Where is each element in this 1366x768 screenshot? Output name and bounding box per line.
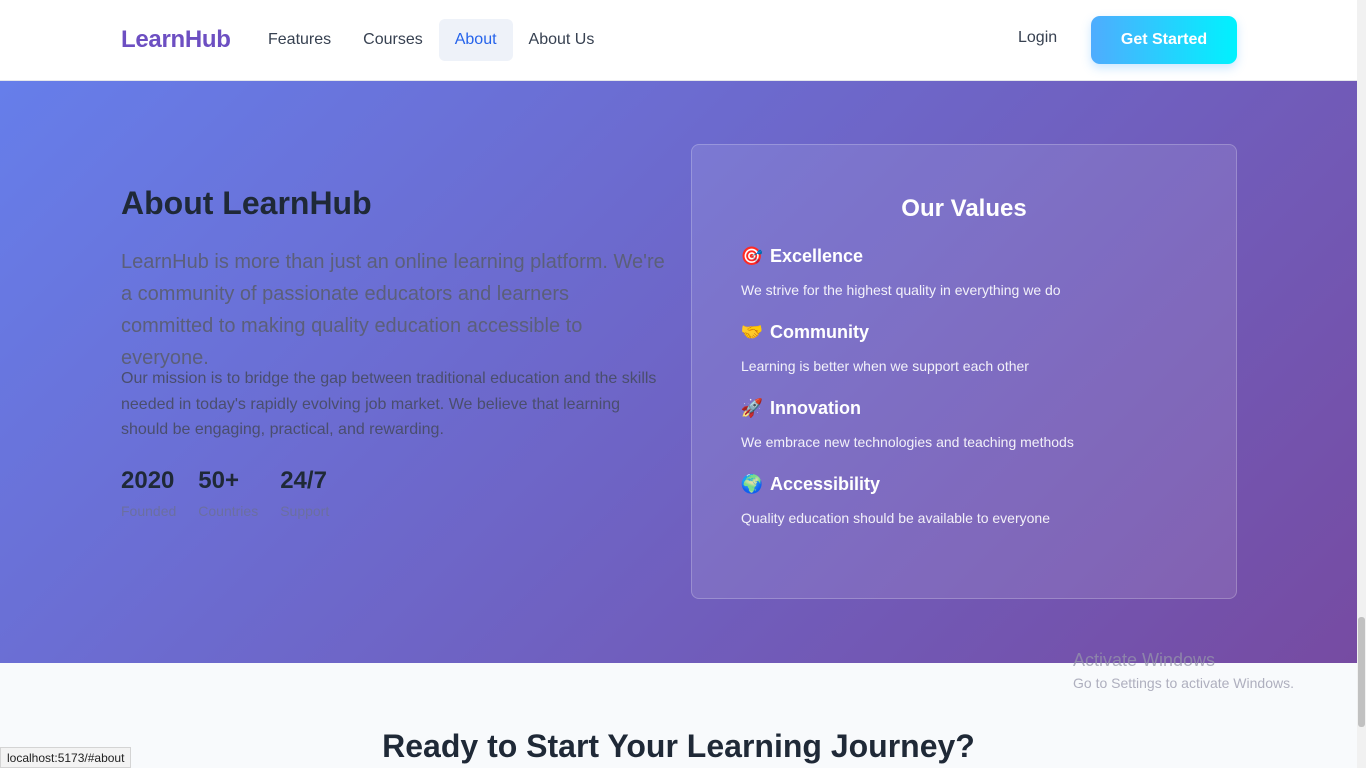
about-mission-text: Our mission is to bridge the gap between… — [121, 370, 657, 439]
about-lead-text: LearnHub is more than just an online lea… — [121, 251, 665, 369]
stat-label: Support — [280, 503, 330, 519]
value-desc: Learning is better when we support each … — [741, 358, 1029, 374]
nav-link-courses[interactable]: Courses — [347, 19, 439, 61]
scrollbar-thumb[interactable] — [1358, 617, 1365, 727]
values-card: Our Values 🎯 Excellence We strive for th… — [691, 144, 1237, 599]
get-started-button[interactable]: Get Started — [1091, 16, 1237, 64]
watermark-title: Activate Windows — [1073, 650, 1216, 670]
stats-row: 2020 Founded 50+ Countries 24/7 Support — [121, 467, 329, 519]
value-desc: We embrace new technologies and teaching… — [741, 434, 1074, 450]
nav-link-about-us[interactable]: About Us — [513, 19, 611, 61]
brand-logo[interactable]: LearnHub — [121, 26, 231, 54]
stat-label: Founded — [121, 503, 177, 519]
value-name: Excellence — [770, 245, 864, 266]
value-name: Community — [770, 321, 869, 342]
cta-heading: Ready to Start Your Learning Journey? — [382, 728, 975, 764]
stat-support: 24/7 Support — [280, 467, 329, 519]
target-icon: 🎯 — [740, 245, 764, 266]
value-item-accessibility: 🌍 Accessibility Quality education should… — [740, 472, 1050, 527]
value-name: Accessibility — [770, 473, 881, 494]
nav-links: Features Courses About About Us — [252, 19, 610, 61]
stat-label: Countries — [198, 503, 259, 519]
stat-founded: 2020 Founded — [121, 467, 176, 519]
stat-countries: 50+ Countries — [198, 467, 258, 519]
rocket-icon: 🚀 — [740, 397, 764, 418]
value-name: Innovation — [770, 397, 861, 418]
nav-link-about[interactable]: About — [438, 19, 513, 61]
about-title: About LearnHub — [121, 185, 372, 221]
value-desc: Quality education should be available to… — [741, 510, 1050, 526]
nav-link-features[interactable]: Features — [252, 19, 347, 61]
handshake-icon: 🤝 — [740, 321, 764, 342]
status-url-bar: localhost:5173/#about — [0, 747, 132, 768]
stat-value: 24/7 — [280, 467, 327, 494]
watermark-subtitle: Go to Settings to activate Windows. — [1073, 675, 1294, 691]
stat-value: 50+ — [198, 467, 239, 494]
globe-icon: 🌍 — [740, 473, 764, 494]
login-button[interactable]: Login — [1006, 19, 1069, 57]
activate-windows-watermark: Activate Windows Go to Settings to activ… — [1073, 650, 1294, 691]
values-title: Our Values — [901, 195, 1027, 222]
stat-value: 2020 — [121, 467, 175, 494]
value-item-excellence: 🎯 Excellence We strive for the highest q… — [740, 244, 1061, 299]
value-item-innovation: 🚀 Innovation We embrace new technologies… — [740, 396, 1074, 451]
navbar: LearnHub Features Courses About About Us… — [0, 0, 1357, 81]
value-item-community: 🤝 Community Learning is better when we s… — [740, 320, 1029, 375]
value-desc: We strive for the highest quality in eve… — [741, 282, 1061, 298]
about-section: About LearnHub LearnHub is more than jus… — [0, 81, 1357, 663]
